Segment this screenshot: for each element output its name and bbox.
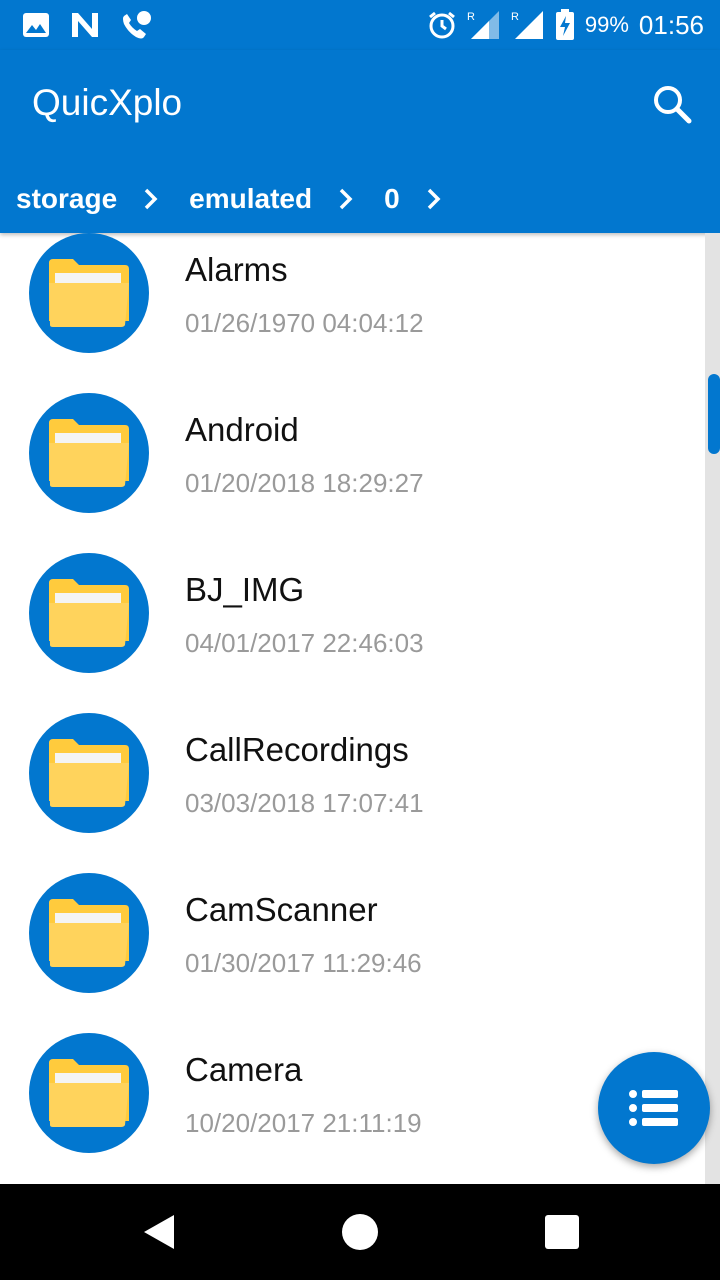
signal-icon: R bbox=[467, 11, 499, 39]
folder-icon bbox=[29, 553, 149, 673]
scrollbar-thumb[interactable] bbox=[708, 374, 720, 454]
wifi-call-icon bbox=[123, 11, 151, 39]
navigation-bar bbox=[0, 1184, 720, 1280]
recents-button[interactable] bbox=[542, 1212, 582, 1252]
list-item[interactable]: Alarms 01/26/1970 04:04:12 bbox=[0, 233, 705, 374]
file-date: 10/20/2017 21:11:19 bbox=[185, 1108, 422, 1138]
battery-percent: 99% bbox=[584, 12, 629, 37]
back-icon bbox=[144, 1215, 174, 1249]
signal-icon: R bbox=[511, 11, 543, 39]
folder-icon bbox=[29, 713, 149, 833]
search-icon bbox=[654, 86, 692, 124]
back-button[interactable] bbox=[140, 1212, 180, 1252]
recents-icon bbox=[545, 1215, 579, 1249]
file-list[interactable]: Alarms 01/26/1970 04:04:12 Android 01/20… bbox=[0, 233, 705, 1184]
file-name: Android bbox=[185, 411, 299, 448]
app-bar: QuicXplo storage emulated 0 bbox=[0, 50, 720, 233]
list-icon bbox=[629, 1090, 678, 1126]
file-date: 01/30/2017 11:29:46 bbox=[185, 948, 422, 978]
status-bar: R R 99% 01:56 bbox=[0, 0, 720, 50]
list-item[interactable]: CallRecordings 03/03/2018 17:07:41 bbox=[0, 694, 705, 854]
chevron-right-icon bbox=[426, 188, 448, 210]
folder-icon bbox=[29, 1033, 149, 1153]
list-item[interactable]: CamScanner 01/30/2017 11:29:46 bbox=[0, 854, 705, 1014]
file-date: 04/01/2017 22:46:03 bbox=[185, 628, 424, 658]
breadcrumb-item-emulated[interactable]: emulated bbox=[189, 183, 312, 215]
scrollbar-track[interactable] bbox=[705, 233, 720, 1184]
file-name: CallRecordings bbox=[185, 731, 409, 768]
file-name: Alarms bbox=[185, 251, 288, 288]
file-name: CamScanner bbox=[185, 891, 378, 928]
chevron-right-icon bbox=[338, 188, 360, 210]
list-item[interactable]: Android 01/20/2018 18:29:27 bbox=[0, 374, 705, 534]
folder-icon bbox=[29, 873, 149, 993]
folder-icon bbox=[29, 233, 149, 353]
svg-text:R: R bbox=[511, 11, 519, 23]
image-icon bbox=[23, 13, 49, 37]
list-item[interactable]: BJ_IMG 04/01/2017 22:46:03 bbox=[0, 534, 705, 694]
status-left-icons bbox=[22, 10, 152, 40]
folder-icon bbox=[29, 393, 149, 513]
battery-charging-icon bbox=[555, 9, 574, 40]
clock: 01:56 bbox=[638, 9, 704, 40]
status-right-icons: R R 99% 01:56 bbox=[427, 8, 704, 42]
breadcrumb-item-storage[interactable]: storage bbox=[16, 183, 117, 215]
home-button[interactable] bbox=[340, 1212, 380, 1252]
breadcrumb-item-0[interactable]: 0 bbox=[384, 183, 400, 215]
file-name: BJ_IMG bbox=[185, 571, 305, 608]
file-date: 01/26/1970 04:04:12 bbox=[185, 308, 424, 338]
app-title: QuicXplo bbox=[32, 82, 183, 123]
file-name: Camera bbox=[185, 1051, 303, 1088]
view-mode-fab[interactable] bbox=[598, 1052, 710, 1164]
alarm-icon bbox=[428, 11, 455, 39]
file-date: 01/20/2018 18:29:27 bbox=[185, 468, 424, 498]
search-button[interactable] bbox=[650, 82, 694, 126]
n-icon bbox=[72, 13, 98, 37]
svg-text:R: R bbox=[467, 11, 475, 23]
home-icon bbox=[342, 1214, 378, 1250]
breadcrumb: storage emulated 0 bbox=[16, 178, 472, 220]
chevron-right-icon bbox=[143, 188, 165, 210]
file-date: 03/03/2018 17:07:41 bbox=[185, 788, 424, 818]
